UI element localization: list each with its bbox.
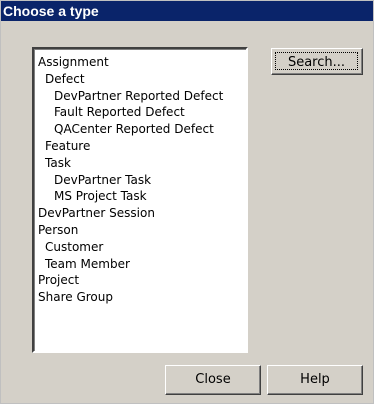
list-item[interactable]: DevPartner Task: [34, 172, 246, 189]
list-item[interactable]: QACenter Reported Defect: [34, 121, 246, 138]
choose-type-dialog: Choose a type Assignment Defect DevPartner…: [0, 0, 374, 404]
help-button[interactable]: Help: [267, 365, 363, 395]
list-item[interactable]: Share Group: [34, 289, 246, 306]
list-item[interactable]: Assignment: [34, 54, 246, 71]
list-item[interactable]: DevPartner Session: [34, 205, 246, 222]
list-item[interactable]: Person: [34, 222, 246, 239]
search-button[interactable]: Search...: [271, 48, 363, 75]
title-bar[interactable]: Choose a type: [1, 1, 373, 21]
close-button[interactable]: Close: [165, 365, 261, 395]
list-item[interactable]: Feature: [34, 138, 246, 155]
list-item[interactable]: Defect: [34, 71, 246, 88]
list-item[interactable]: Fault Reported Defect: [34, 104, 246, 121]
search-button-label: Search...: [275, 52, 358, 70]
list-item[interactable]: Project: [34, 272, 246, 289]
dialog-title: Choose a type: [3, 3, 99, 19]
type-listbox[interactable]: Assignment Defect DevPartner Reported Defe…: [32, 47, 248, 353]
list-item[interactable]: DevPartner Reported Defect: [34, 88, 246, 105]
list-item[interactable]: Task: [34, 155, 246, 172]
list-item[interactable]: MS Project Task: [34, 188, 246, 205]
list-item[interactable]: Customer: [34, 239, 246, 256]
list-item[interactable]: Team Member: [34, 256, 246, 273]
